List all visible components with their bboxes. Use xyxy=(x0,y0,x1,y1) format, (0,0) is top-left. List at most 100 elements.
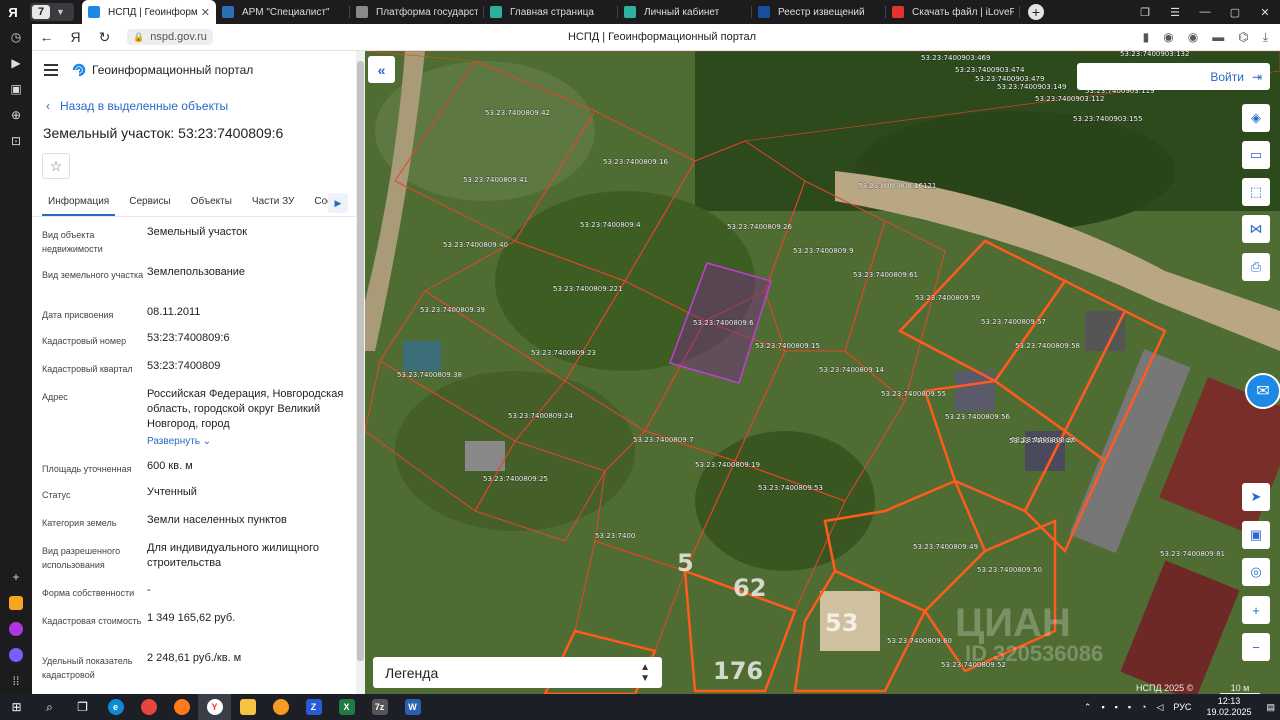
tab-counter[interactable]: 7 ▼ xyxy=(30,3,74,21)
tabs-scroll-right-button[interactable]: ▶ xyxy=(328,193,348,213)
zoom-out-button[interactable]: − xyxy=(1242,633,1270,661)
minimize-icon[interactable]: — xyxy=(1190,6,1220,18)
star-icon: ☆ xyxy=(49,157,63,174)
url-field[interactable]: 🔒 nspd.gov.ru xyxy=(127,29,213,45)
yandex-logo-icon[interactable]: Я xyxy=(61,29,90,45)
tab-seven-icon[interactable]: ▣ xyxy=(0,76,32,102)
chrome-icon[interactable] xyxy=(132,694,165,720)
property-key: Кадастровая стоимость xyxy=(42,616,142,626)
archiver-icon[interactable]: 7z xyxy=(363,694,396,720)
windows-start-icon[interactable]: ⊞ xyxy=(0,694,33,720)
alice-icon[interactable] xyxy=(0,642,32,668)
download-icon[interactable]: ⤓ xyxy=(1263,30,1268,45)
back-arrow-icon[interactable]: ← xyxy=(32,29,61,45)
app-icon-purple[interactable] xyxy=(0,616,32,642)
app-orange-icon[interactable] xyxy=(264,694,297,720)
yandex-menu-icon[interactable]: Я xyxy=(0,0,26,24)
bookmarks-icon[interactable]: ☰ xyxy=(1160,6,1190,19)
restore-icon[interactable]: ▢ xyxy=(1220,6,1250,19)
scrollbar-thumb[interactable] xyxy=(357,61,364,661)
history-icon[interactable]: ◷ xyxy=(0,24,32,50)
share-icon: ⋈ xyxy=(1249,221,1263,236)
browser-tab[interactable]: АРМ "Специалист" xyxy=(216,0,350,24)
browser-tab[interactable]: Платформа государственных xyxy=(350,0,484,24)
close-tab-icon[interactable]: ✕ xyxy=(201,6,210,19)
property-row: Категория земель Земли населенных пунктов xyxy=(32,513,365,541)
tray-chevron-icon[interactable]: ⌃ xyxy=(1084,702,1092,713)
geolocation-button[interactable]: ◎ xyxy=(1242,558,1270,586)
apps-grid-icon[interactable]: ⁞⁞ xyxy=(0,668,32,694)
app-icon-orange[interactable] xyxy=(0,590,32,616)
share-button[interactable]: ⋈ xyxy=(1242,215,1270,243)
print-button[interactable]: ⎙ xyxy=(1242,253,1270,281)
browser-tab[interactable]: Личный кабинет xyxy=(618,0,752,24)
extension-icon-2[interactable]: ◉ xyxy=(1188,30,1198,45)
property-value: 1 349 165,62 руб. xyxy=(147,611,355,651)
house xyxy=(403,341,441,371)
browser-tab[interactable]: Реестр извещений xyxy=(752,0,886,24)
reload-icon[interactable]: ↻ xyxy=(90,29,119,46)
property-value-text: Земли населенных пунктов xyxy=(147,514,287,526)
task-view-icon[interactable]: ❐ xyxy=(66,694,99,720)
panel-tab[interactable]: Части ЗУ xyxy=(246,191,300,216)
layers-button[interactable]: ◈ xyxy=(1242,104,1270,132)
network-icon[interactable]: ◔ xyxy=(1141,702,1146,712)
ruler-icon: ▭ xyxy=(1249,147,1263,162)
panel-tab[interactable]: Объекты xyxy=(185,191,238,216)
extension-icon-4[interactable]: ⌬ xyxy=(1238,30,1248,45)
property-key: Площадь уточненная xyxy=(42,464,132,474)
file-explorer-icon[interactable] xyxy=(231,694,264,720)
panel-tab[interactable]: Информация xyxy=(42,191,116,216)
collapse-panel-button[interactable]: « xyxy=(368,56,395,83)
notifications-icon[interactable]: ▤ xyxy=(1266,702,1275,713)
login-button[interactable]: Войти ⇥ xyxy=(1077,63,1270,90)
map-view[interactable]: 53:23:7400809:42 53:23:7400809:16 53:23:74… xyxy=(365,51,1280,694)
browser-tab-label: Главная страница xyxy=(510,6,594,18)
legend-dropdown[interactable]: Легенда ▲ ▼ xyxy=(373,657,662,688)
add-app-icon[interactable]: + xyxy=(0,564,32,590)
browser-tab[interactable]: НСПД | Геоинформационный портал ✕ xyxy=(82,0,216,24)
locate-button[interactable]: ➤ xyxy=(1242,483,1270,511)
tray-app-icon[interactable]: ▪ xyxy=(1101,702,1104,712)
back-to-selection-link[interactable]: ‹ Назад в выделенные объекты xyxy=(46,99,365,113)
tray-app-icon[interactable]: ▪ xyxy=(1128,702,1131,712)
bookmark-icon[interactable]: ▮ xyxy=(1143,30,1150,45)
edge-icon[interactable]: e xyxy=(99,694,132,720)
volume-icon[interactable]: ◁ xyxy=(1156,702,1163,713)
select-area-button[interactable]: ⬚ xyxy=(1242,178,1270,206)
tray-app-icon[interactable]: ▪ xyxy=(1115,702,1118,712)
window-tabs-icon[interactable]: ❐ xyxy=(1130,6,1160,19)
app-blue-icon[interactable]: Z xyxy=(297,694,330,720)
language-indicator[interactable]: РУС xyxy=(1173,702,1191,712)
expand-label: Развернуть xyxy=(147,436,201,447)
extension-icon-3[interactable]: ▬ xyxy=(1212,30,1224,45)
yandex-browser-icon[interactable]: Y xyxy=(198,694,231,720)
play-icon[interactable]: ▶ xyxy=(0,50,32,76)
new-tab-button[interactable]: + xyxy=(1028,4,1044,20)
browser-tab[interactable]: Главная страница xyxy=(484,0,618,24)
browser-tab[interactable]: Скачать файл | iLovePDF xyxy=(886,0,1020,24)
zoom-in-button[interactable]: + xyxy=(1242,596,1270,624)
panel-scrollbar[interactable] xyxy=(356,51,365,694)
property-value: Для индивидуального жилищного строительс… xyxy=(147,541,355,583)
panel-tab[interactable]: Сервисы xyxy=(123,191,176,216)
clock[interactable]: 12:13 19.02.2025 xyxy=(1206,696,1251,718)
property-row: Кадастровый номер 53:23:7400809:6 xyxy=(32,331,365,359)
screenshot-icon[interactable]: ⊡ xyxy=(0,128,32,154)
expand-address-link[interactable]: Развернуть ⌄ xyxy=(147,434,355,449)
close-window-icon[interactable]: ✕ xyxy=(1250,6,1280,19)
minus-icon: − xyxy=(1252,639,1260,655)
menu-icon[interactable] xyxy=(44,64,58,76)
feedback-button[interactable]: ✉ xyxy=(1245,373,1280,409)
favicon-icon xyxy=(758,6,770,18)
extension-icon-1[interactable]: ◉ xyxy=(1163,30,1173,45)
measure-button[interactable]: ▭ xyxy=(1242,141,1270,169)
map-canvas[interactable] xyxy=(365,51,1280,694)
excel-icon[interactable]: X xyxy=(330,694,363,720)
downloads-icon[interactable]: ⊕ xyxy=(0,102,32,128)
search-icon[interactable]: ⌕ xyxy=(33,694,66,720)
minimap-button[interactable]: ▣ xyxy=(1242,521,1270,549)
favorite-button[interactable]: ☆ xyxy=(42,153,70,179)
firefox-icon[interactable] xyxy=(165,694,198,720)
word-icon[interactable]: W xyxy=(396,694,429,720)
